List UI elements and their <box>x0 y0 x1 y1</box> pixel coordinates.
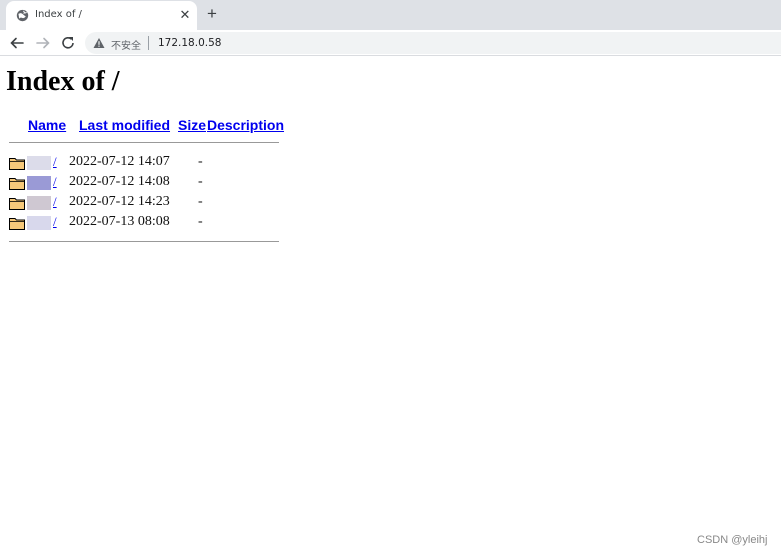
entry-size: - <box>198 154 203 169</box>
tab-index[interactable]: Index of / ✕ <box>6 1 197 30</box>
new-tab-button[interactable]: + <box>203 5 221 23</box>
entry-size: - <box>198 194 203 209</box>
warning-triangle-icon <box>93 38 105 48</box>
entry-name-link[interactable]: / <box>53 174 57 190</box>
redacted-name <box>27 176 51 190</box>
entry-size: - <box>198 174 203 189</box>
url-text[interactable]: 172.18.0.58 <box>158 37 221 49</box>
folder-icon <box>9 218 25 230</box>
table-row: / 2022-07-13 08:08 - <box>9 214 281 232</box>
entry-modified: 2022-07-13 08:08 <box>69 214 170 229</box>
watermark: CSDN @yleihj <box>697 534 768 546</box>
table-row: / 2022-07-12 14:07 - <box>9 154 281 172</box>
page-content: Index of / Name Last modified Size Descr… <box>0 57 781 557</box>
arrow-left-icon[interactable] <box>8 34 26 52</box>
folder-icon <box>9 158 25 170</box>
tab-strip: Index of / ✕ + <box>0 0 781 30</box>
entry-name-link[interactable]: / <box>53 194 57 210</box>
redacted-name <box>27 156 51 170</box>
entry-modified: 2022-07-12 14:07 <box>69 154 170 169</box>
folder-icon <box>9 178 25 190</box>
page-title: Index of / <box>6 66 120 97</box>
entry-name-link[interactable]: / <box>53 214 57 230</box>
entry-modified: 2022-07-12 14:23 <box>69 194 170 209</box>
entry-name-link[interactable]: / <box>53 154 57 170</box>
table-row: / 2022-07-12 14:08 - <box>9 174 281 192</box>
column-name-link[interactable]: Name <box>28 117 66 133</box>
reload-icon[interactable] <box>59 34 77 52</box>
entry-modified: 2022-07-12 14:08 <box>69 174 170 189</box>
redacted-name <box>27 216 51 230</box>
browser-toolbar: 不安全 172.18.0.58 <box>0 30 781 56</box>
redacted-name <box>27 196 51 210</box>
folder-icon <box>9 198 25 210</box>
tab-title: Index of / <box>35 9 82 20</box>
footer-divider <box>9 241 279 242</box>
column-description-link[interactable]: Description <box>207 117 284 133</box>
entry-size: - <box>198 214 203 229</box>
column-size-link[interactable]: Size <box>178 117 206 133</box>
omnibox-divider <box>148 36 149 50</box>
header-divider <box>9 142 279 143</box>
arrow-right-icon[interactable] <box>34 34 52 52</box>
address-bar[interactable]: 不安全 172.18.0.58 <box>85 32 781 54</box>
column-last-modified-link[interactable]: Last modified <box>79 117 170 133</box>
table-row: / 2022-07-12 14:23 - <box>9 194 281 212</box>
security-label[interactable]: 不安全 <box>111 37 141 52</box>
tab-close-icon[interactable]: ✕ <box>178 8 192 22</box>
globe-icon <box>16 9 29 22</box>
